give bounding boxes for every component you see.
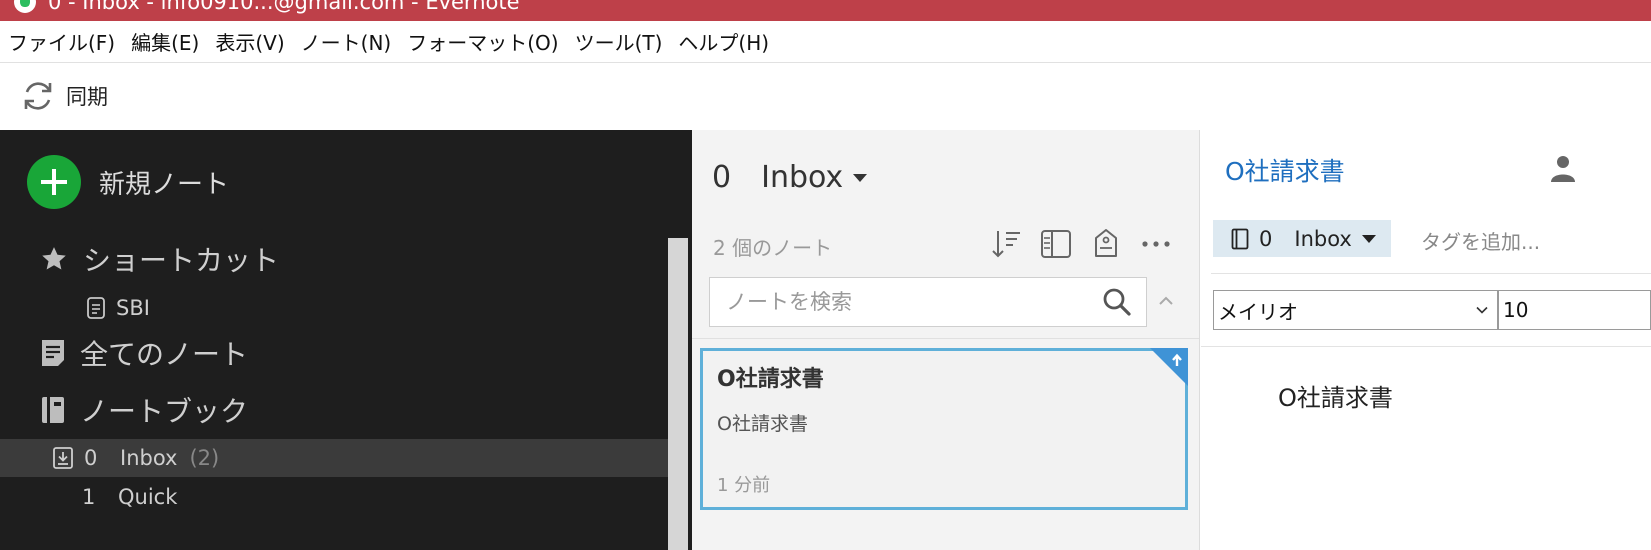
menu-bar: ファイル(F) 編集(E) 表示(V) ノート(N) フォーマット(O) ツール… [0,21,1651,63]
sync-label: 同期 [66,85,108,109]
sidebar-item-label: ノートブック [80,395,249,428]
tag-filter-button[interactable] [1088,226,1124,262]
window-title: 0 - Inbox - info0910...@gmail.com - Ever… [48,0,520,14]
divider [1211,273,1651,274]
new-note-button[interactable]: 新規ノート [27,154,229,210]
notebook-icon [42,397,64,423]
note-card[interactable]: O社請求書 O社請求書 1 分前 [700,348,1188,510]
sidebar-item-notebook-inbox[interactable]: 0 Inbox (2) [0,439,668,477]
add-tag-input[interactable]: タグを追加... [1421,226,1540,255]
notebook-count: (2) [189,446,220,470]
chevron-up-icon[interactable] [1155,290,1177,312]
font-family-value: メイリオ [1218,299,1298,324]
chevron-down-icon [1476,306,1488,314]
title-bar: 0 - Inbox - info0910...@gmail.com - Ever… [0,0,1651,21]
menu-format[interactable]: フォーマット(O) [407,27,558,56]
note-title[interactable]: O社請求書 [1225,152,1345,188]
upload-sync-icon [1150,348,1188,386]
view-list-icon [1041,230,1071,258]
star-icon [42,247,66,270]
font-size-value: 10 [1503,298,1529,322]
font-size-field[interactable]: 10 [1498,290,1651,330]
notebook-name: Inbox [120,446,178,470]
menu-help[interactable]: ヘルプ(H) [678,27,769,56]
inbox-notebook-icon [53,447,73,469]
note-search-input[interactable] [710,278,1102,326]
note-icon [87,297,105,319]
sidebar-item-shortcut-sbi[interactable]: SBI [0,290,668,326]
sidebar-item-shortcuts[interactable]: ショートカット [0,238,668,280]
more-icon [1142,241,1170,247]
menu-file[interactable]: ファイル(F) [8,27,115,56]
notebook-icon [1231,228,1249,249]
note-card-snippet: O社請求書 [717,413,808,435]
divider [692,338,1199,339]
sync-button[interactable]: 同期 [20,77,108,115]
sidebar: 新規ノート ショートカット SBI 全てのノート ノートブック 0 Inbox … [0,130,692,550]
sidebar-scrollbar[interactable] [668,238,688,550]
font-family-select[interactable]: メイリオ [1213,290,1498,330]
menu-edit[interactable]: 編集(E) [131,27,199,56]
note-list-tools [988,226,1188,262]
editor-panel: O社請求書 0 Inbox タグを追加... メイリオ 10 O社請求書 [1201,130,1651,550]
plus-icon [27,155,81,209]
evernote-app-icon [14,0,36,13]
editor-notebook-selector[interactable]: 0 Inbox [1213,220,1391,257]
caret-down-icon [853,173,868,182]
menu-tools[interactable]: ツール(T) [575,27,663,56]
view-options-button[interactable] [1038,226,1074,262]
note-count: 2 個のノート [713,236,833,260]
menu-note[interactable]: ノート(N) [301,27,392,56]
sort-icon [992,231,1020,258]
note-search-box [709,277,1147,327]
notebook-name: Inbox [761,160,844,195]
sidebar-item-label: 全てのノート [80,338,249,371]
note-card-title: O社請求書 [717,367,824,392]
tag-icon [1095,229,1117,257]
notebook-number: 0 [712,160,732,195]
note-body[interactable]: O社請求書 [1278,378,1393,413]
note-card-time: 1 分前 [717,475,771,496]
sync-icon [24,82,52,110]
all-notes-icon [42,340,64,366]
sidebar-item-notebooks[interactable]: ノートブック [0,388,668,432]
divider [1201,346,1651,347]
caret-down-icon [1361,234,1376,243]
notebook-number: 0 [84,446,98,470]
sort-button[interactable] [988,226,1024,262]
notebook-selector[interactable]: 0 Inbox [712,160,868,195]
notebook-number: 0 [1259,226,1273,251]
menu-view[interactable]: 表示(V) [215,27,284,56]
sidebar-item-notebook-quick[interactable]: 1 Quick [0,479,668,515]
notebook-number: 1 [82,485,96,509]
share-user-icon[interactable] [1543,152,1575,184]
sidebar-item-all-notes[interactable]: 全てのノート [0,331,668,375]
note-list-panel: 0 Inbox 2 個のノート ノートを検索 O社請求書 O社請求書 1 分前 [692,130,1200,550]
notebook-name: Quick [118,485,178,509]
notebook-name: Inbox [1294,226,1352,251]
sidebar-item-label: SBI [116,296,150,320]
search-icon[interactable] [1102,287,1132,317]
sidebar-item-label: ショートカット [83,244,280,277]
more-options-button[interactable] [1138,226,1174,262]
toolbar: 同期 [0,63,1651,130]
new-note-label: 新規ノート [99,169,230,200]
